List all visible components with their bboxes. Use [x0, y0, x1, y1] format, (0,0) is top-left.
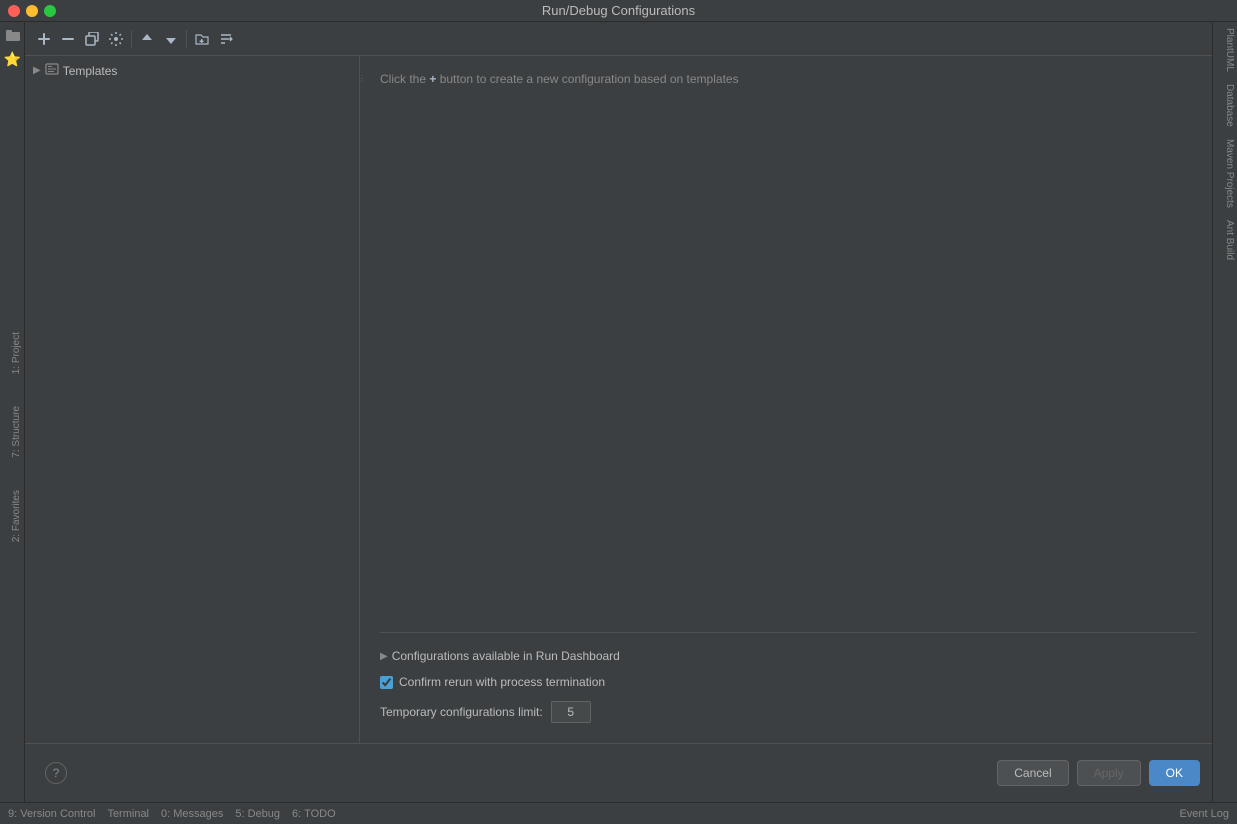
collapsible-arrow-icon: ▶	[380, 651, 388, 662]
button-bar: ? Cancel Apply OK	[25, 743, 1212, 802]
tree-panel: ▶ Templates	[25, 56, 360, 743]
traffic-lights[interactable]	[8, 5, 56, 17]
debug-label: 5: Debug	[235, 808, 280, 820]
status-bar: 9: Version Control Terminal 0: Messages …	[0, 802, 1237, 824]
main-layout: ⭐ 1: Project 7: Structure 2: Favorites	[0, 22, 1237, 802]
collapsible-label: Configurations available in Run Dashboar…	[392, 649, 620, 663]
hint-prefix: Click the	[380, 72, 429, 86]
limit-label: Temporary configurations limit:	[380, 705, 543, 719]
terminal-label: Terminal	[107, 808, 149, 820]
left-side-panel: ⭐ 1: Project 7: Structure 2: Favorites	[0, 22, 25, 802]
dialog-area: ▶ Templates ⋮	[25, 22, 1212, 802]
sort-button[interactable]	[215, 28, 237, 50]
status-debug[interactable]: 5: Debug	[235, 808, 280, 820]
move-down-button[interactable]	[160, 28, 182, 50]
dialog-content: ▶ Templates ⋮	[25, 56, 1212, 743]
confirm-rerun-row: Confirm rerun with process termination	[380, 667, 1196, 697]
folder-button[interactable]	[191, 28, 213, 50]
sidebar-star-icon[interactable]: ⭐	[0, 47, 25, 72]
content-spacer	[380, 102, 1196, 632]
tree-arrow-templates: ▶	[33, 65, 41, 76]
minimize-button[interactable]	[26, 5, 38, 17]
sidebar-tab-favorites[interactable]: 2: Favorites	[0, 484, 24, 548]
messages-label: 0: Messages	[161, 808, 223, 820]
right-tab-database[interactable]: Database	[1213, 78, 1237, 133]
maximize-button[interactable]	[44, 5, 56, 17]
status-todo[interactable]: 6: TODO	[292, 808, 336, 820]
version-control-label: 9: Version Control	[8, 808, 95, 820]
window-title: Run/Debug Configurations	[542, 3, 695, 18]
template-icon	[45, 62, 59, 79]
toolbar-separator-2	[186, 30, 187, 48]
dialog-toolbar	[25, 22, 1212, 56]
tree-item-templates-label: Templates	[63, 64, 118, 78]
confirm-rerun-label: Confirm rerun with process termination	[399, 675, 605, 689]
copy-config-button[interactable]	[81, 28, 103, 50]
close-button[interactable]	[8, 5, 20, 17]
event-log-label: Event Log	[1179, 808, 1229, 820]
sidebar-tab-project[interactable]: 1: Project	[0, 326, 24, 380]
status-terminal[interactable]: Terminal	[107, 808, 149, 820]
apply-button[interactable]: Apply	[1077, 760, 1141, 786]
collapsible-run-dashboard[interactable]: ▶ Configurations available in Run Dashbo…	[380, 645, 1196, 667]
sidebar-tab-structure[interactable]: 7: Structure	[0, 400, 24, 464]
sidebar-folder-icon[interactable]	[0, 22, 25, 47]
todo-label: 6: TODO	[292, 808, 336, 820]
help-button[interactable]: ?	[45, 762, 67, 784]
move-up-button[interactable]	[136, 28, 158, 50]
status-version-control[interactable]: 9: Version Control	[8, 808, 95, 820]
remove-config-button[interactable]	[57, 28, 79, 50]
toolbar-separator-1	[131, 30, 132, 48]
settings-button[interactable]	[105, 28, 127, 50]
limit-input[interactable]	[551, 701, 591, 723]
right-tab-maven[interactable]: Maven Projects	[1213, 133, 1237, 214]
status-right: Event Log	[1179, 808, 1229, 820]
tree-item-templates[interactable]: ▶ Templates	[25, 60, 359, 81]
temp-config-limit-row: Temporary configurations limit:	[380, 697, 1196, 727]
right-tab-plantuml[interactable]: PlantUML	[1213, 22, 1237, 78]
hint-suffix: button to create a new configuration bas…	[436, 72, 738, 86]
cancel-button[interactable]: Cancel	[997, 760, 1068, 786]
bottom-options: ▶ Configurations available in Run Dashbo…	[380, 632, 1196, 727]
hint-text: Click the + button to create a new confi…	[380, 72, 1196, 86]
confirm-rerun-checkbox[interactable]	[380, 676, 393, 689]
config-panel: Click the + button to create a new confi…	[364, 56, 1212, 743]
title-bar: Run/Debug Configurations	[0, 0, 1237, 22]
status-messages[interactable]: 0: Messages	[161, 808, 223, 820]
right-tab-ant-build[interactable]: Ant Build	[1213, 214, 1237, 266]
ok-button[interactable]: OK	[1149, 760, 1200, 786]
status-event-log[interactable]: Event Log	[1179, 808, 1229, 820]
right-tool-panels: PlantUML Database Maven Projects Ant Bui…	[1212, 22, 1237, 802]
add-config-button[interactable]	[33, 28, 55, 50]
